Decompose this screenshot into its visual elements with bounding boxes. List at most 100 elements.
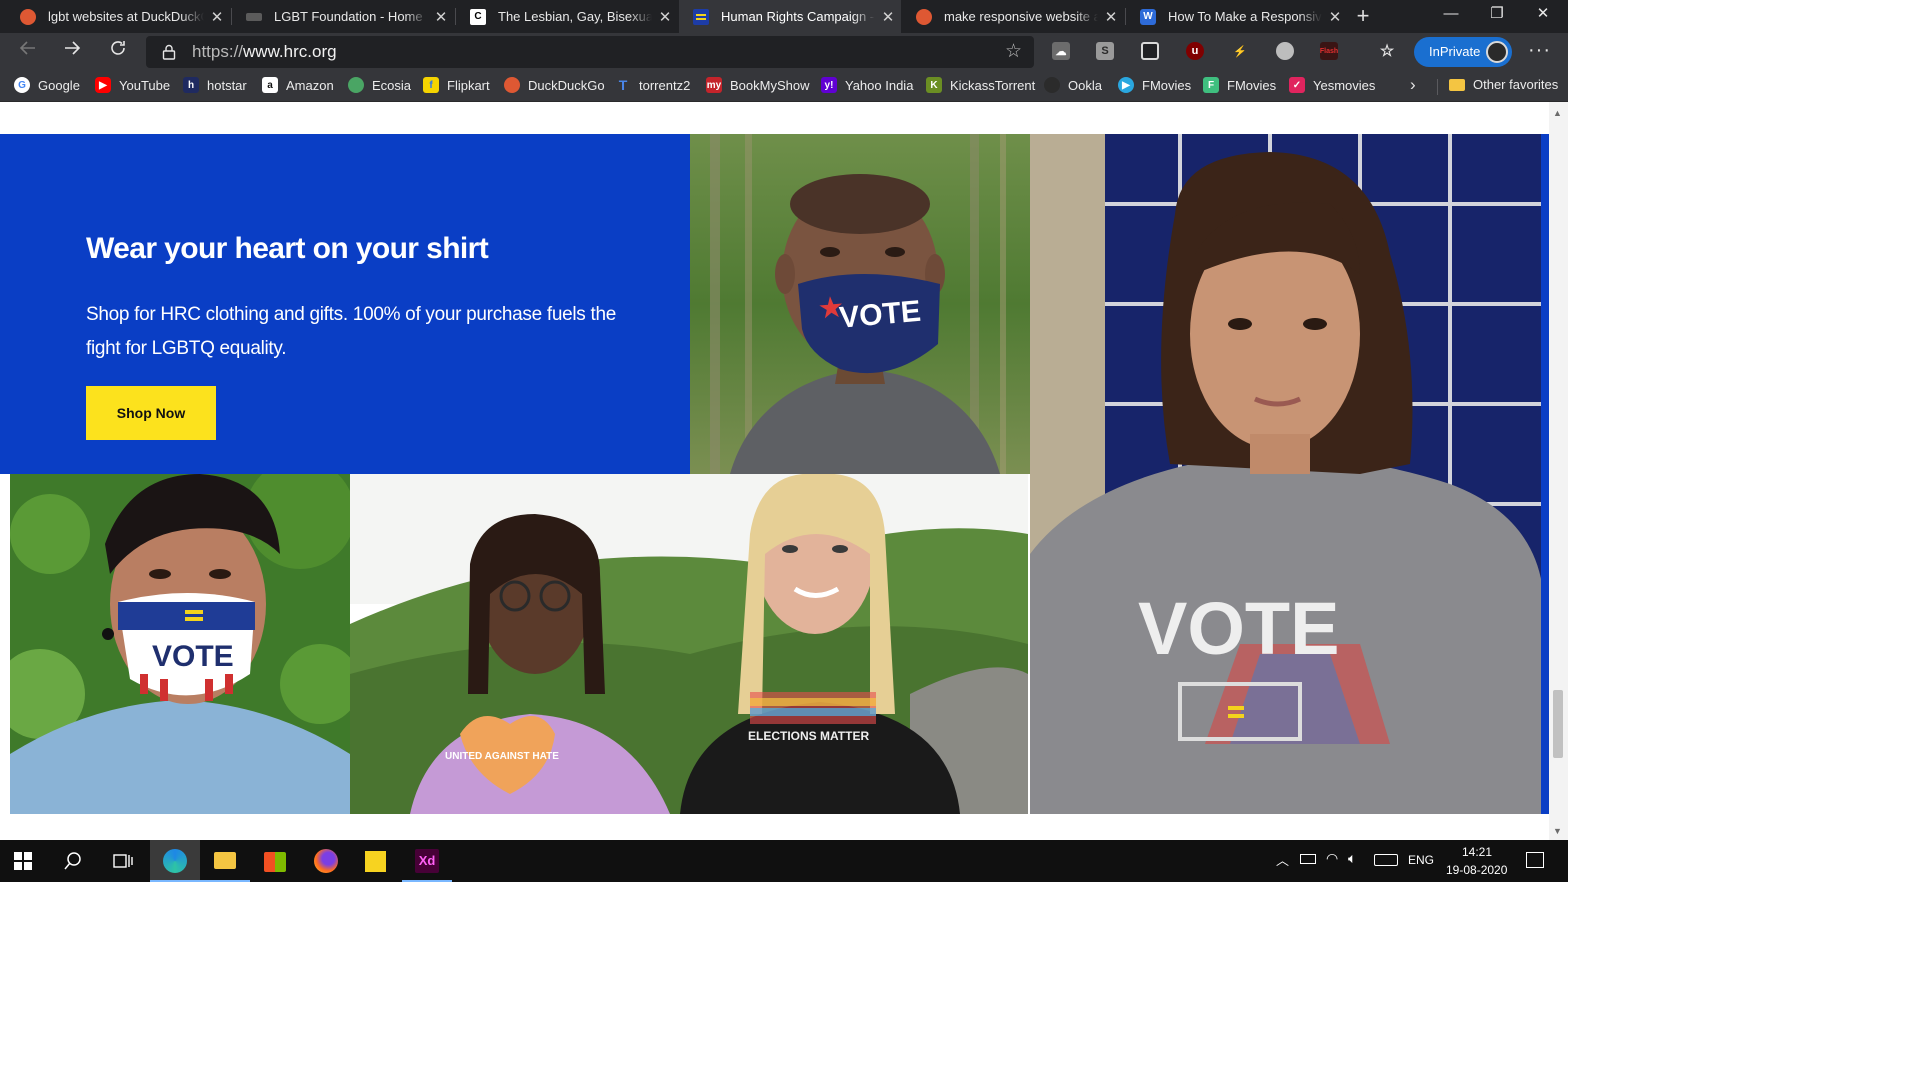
taskbar-edge[interactable] [150,840,200,882]
wolf-icon: W [1140,8,1156,25]
favorite-google[interactable]: G Google [14,77,80,93]
keyboard-icon[interactable] [1374,854,1398,866]
favorite-fmovies-1[interactable]: ▶ FMovies [1118,77,1191,93]
inprivate-button[interactable]: InPrivate [1414,37,1512,67]
yahoo-icon: y! [821,77,837,93]
tab-title: LGBT Foundation - Home [274,9,423,24]
favorite-label: Amazon [286,77,334,93]
windows-logo-icon [14,852,32,870]
taskbar-firefox[interactable] [300,840,350,882]
language-indicator[interactable]: ENG [1408,853,1434,867]
favorite-label: Yesmovies [1313,77,1376,93]
volume-icon[interactable]: 🔈︎ [1348,850,1356,867]
profile-avatar [1486,41,1508,63]
google-icon: G [14,77,30,93]
lgbt-foundation-icon [246,12,262,21]
favorite-hotstar[interactable]: h hotstar [183,77,247,93]
minimize-button[interactable]: — [1428,0,1474,33]
start-button[interactable] [14,852,32,870]
favorite-ecosia[interactable]: Ecosia [348,77,411,93]
clock-time[interactable]: 14:21 [1462,845,1492,859]
new-tab-button[interactable]: + [1350,4,1376,30]
extension-s-icon[interactable]: S [1096,42,1114,60]
extension-circle-icon[interactable] [1276,42,1294,60]
favorite-fmovies-2[interactable]: F FMovies [1203,77,1276,93]
favorite-torrentz2[interactable]: Ttorrentz2 [615,77,691,93]
favorite-bookmyshow[interactable]: my BookMyShow [706,77,809,93]
battery-icon[interactable] [1300,854,1316,864]
shop-now-button[interactable]: Shop Now [86,386,216,440]
yesmovies-icon: ✓ [1289,77,1305,93]
close-tab-icon[interactable]: ✕ [1322,8,1348,26]
page-scrollbar[interactable]: ▲ ▼ [1549,102,1568,840]
tab-duckduckgo-responsive[interactable]: make responsive website at ✕ [902,0,1124,33]
back-button[interactable] [14,38,42,66]
promo-subtitle: Shop for HRC clothing and gifts. 100% of… [86,304,617,359]
url-text[interactable]: https://www.hrc.org [192,42,337,62]
taskbar-store[interactable] [250,840,300,882]
taskbar-sticky-notes[interactable] [350,840,400,882]
close-tab-icon[interactable]: ✕ [875,8,901,26]
other-favorites-folder[interactable]: Other favorites [1449,77,1558,92]
refresh-icon [111,41,125,55]
restore-button[interactable]: ❐ [1474,0,1520,33]
task-view-button[interactable] [113,852,133,875]
ecosia-icon [348,77,364,93]
address-bar[interactable]: https://www.hrc.org ☆ [146,36,1034,68]
scroll-up-arrow-icon[interactable]: ▲ [1553,108,1562,118]
favorite-duckduckgo[interactable]: DuckDuckGo [504,77,605,93]
taskbar-adobe-xd[interactable]: Xd [402,840,452,882]
show-hidden-icons-chevron-icon[interactable]: ︿ [1276,850,1289,869]
tab-title: The Lesbian, Gay, Bisexual & [498,9,652,24]
wifi-icon[interactable]: ◠ [1326,850,1338,867]
taskbar-file-explorer[interactable] [200,840,250,882]
extension-cloud-icon[interactable]: ☁ [1052,42,1070,60]
favorite-youtube[interactable]: ▶ YouTube [95,77,170,93]
shirt-united-against-hate-text: UNITED AGAINST HATE [445,751,559,762]
url-host: www.hrc.org [243,42,337,61]
flipkart-icon: f [423,77,439,93]
favorite-kickasstorrent[interactable]: K KickassTorrent [926,77,1035,93]
sticky-notes-icon [365,851,386,872]
kickass-icon: K [926,77,942,93]
favorite-yesmovies[interactable]: ✓ Yesmovies [1289,77,1375,93]
ookla-icon [1044,77,1060,93]
tab-title: How To Make a Responsive [1168,9,1322,24]
favorites-divider [1437,79,1438,95]
favorite-star-icon[interactable]: ☆ [1005,40,1022,63]
ublock-icon[interactable]: u [1186,42,1204,60]
close-tab-icon[interactable]: ✕ [428,8,454,26]
close-tab-icon[interactable]: ✕ [652,8,678,26]
tab-lesbian-gay-bisexual[interactable]: C The Lesbian, Gay, Bisexual & ✕ [456,0,678,33]
tab-duckduckgo-search[interactable]: lgbt websites at DuckDuckGo ✕ [6,0,230,33]
favorites-overflow-chevron-icon[interactable]: › [1410,75,1416,95]
extension-bolt-icon[interactable]: ⚡ [1231,42,1249,60]
favorite-label: YouTube [119,77,171,93]
scroll-down-arrow-icon[interactable]: ▼ [1553,826,1562,836]
refresh-button[interactable] [104,38,132,66]
close-tab-icon[interactable]: ✕ [204,8,230,26]
favorites-list-icon[interactable]: ☆ [1378,42,1396,60]
search-button[interactable] [64,852,82,875]
fmovies-f-icon: F [1203,77,1219,93]
firefox-icon [314,849,338,873]
flash-extension-icon[interactable]: Flash [1320,42,1338,60]
action-center-icon[interactable] [1526,852,1544,868]
close-window-button[interactable]: ✕ [1520,0,1566,33]
forward-button[interactable] [58,38,86,66]
settings-more-button[interactable]: ··· [1528,39,1551,62]
tab-human-rights-campaign[interactable]: Human Rights Campaign - H ✕ [679,0,901,33]
extension-link-icon[interactable] [1141,42,1159,60]
favorite-ookla[interactable]: Ookla [1044,77,1102,93]
task-view-icon [113,854,133,868]
favorite-yahoo[interactable]: y! Yahoo India [821,77,913,93]
favorite-amazon[interactable]: a Amazon [262,77,334,93]
clock-date[interactable]: 19-08-2020 [1446,863,1507,877]
favorite-label: torrentz2 [639,77,691,93]
tab-lgbt-foundation[interactable]: LGBT Foundation - Home ✕ [232,0,454,33]
tab-title: Human Rights Campaign - H [721,9,875,24]
scroll-thumb[interactable] [1553,690,1563,758]
tab-how-to-responsive[interactable]: W How To Make a Responsive ✕ [1126,0,1348,33]
close-tab-icon[interactable]: ✕ [1098,8,1124,26]
favorite-flipkart[interactable]: f Flipkart [423,77,490,93]
